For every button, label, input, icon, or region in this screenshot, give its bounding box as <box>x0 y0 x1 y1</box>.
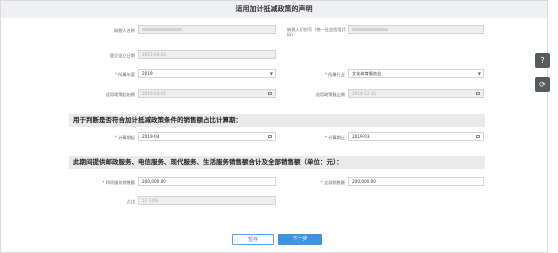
taxpayer-id-field <box>348 25 484 34</box>
section-calc-period: 用于判断是否符合加计抵减政策条件的销售额占比计算期： <box>69 114 485 127</box>
industry-label: * 所属行业 <box>324 72 345 77</box>
calc-start-label: * 计算期起 <box>114 135 135 140</box>
calendar-icon <box>476 92 480 95</box>
redacted-value <box>142 28 182 31</box>
taxpayer-id-label: 纳税人识别号（统一社会信用代码） <box>287 27 346 37</box>
calendar-icon[interactable] <box>476 135 480 138</box>
chevron-down-icon: ▼ <box>477 71 481 76</box>
save-draft-button[interactable]: 暂存 <box>232 234 274 245</box>
policy-end-field: 2019-12-31 <box>348 89 484 98</box>
policy-end-label: 适用政策截止期 <box>315 92 345 97</box>
chevron-down-icon: ▼ <box>269 71 273 76</box>
dialog-title: 适用加计抵减政策的声明 <box>1 1 547 18</box>
total-sales-label: * 全部销售额 <box>320 180 345 185</box>
industry-select[interactable]: 文化体育服务业 ▼ <box>348 69 484 78</box>
section-sales-amount: 此期间提供邮政服务、电信服务、现代服务、生活服务销售额合计及全部销售额（单位：元… <box>69 156 485 169</box>
policy-start-label: 适用政策起始期 <box>105 92 135 97</box>
ratio-label: 占比 <box>126 199 135 204</box>
calendar-icon <box>268 92 272 95</box>
year-label: * 所属年度 <box>114 72 135 77</box>
taxpayer-name-field <box>138 25 276 34</box>
help-icon[interactable]: ? <box>535 53 550 68</box>
total-sales-input[interactable]: 200,000.00 <box>348 177 484 186</box>
declaration-dialog: 适用加计抵减政策的声明 纳税人名称 纳税人识别号（统一社会信用代码） 登记设立日… <box>0 0 548 253</box>
ratio-field: 57.14% <box>138 196 276 205</box>
calc-start-field[interactable]: 2019-04 <box>138 132 276 141</box>
policy-start-field: 2019-04-01 <box>138 89 276 98</box>
service-sales-label: * 四项服务销售额 <box>102 180 135 185</box>
calc-end-label: * 计算期止 <box>324 135 345 140</box>
reg-date-label: 登记设立日期 <box>109 53 135 58</box>
reg-date-field: 2011-04-02 <box>138 50 276 59</box>
refresh-icon[interactable]: ⟳ <box>535 77 550 92</box>
calendar-icon[interactable] <box>268 135 272 138</box>
right-sidebar <box>548 0 558 253</box>
service-sales-input[interactable]: 200,000.00 <box>138 177 276 186</box>
next-step-button[interactable]: 下一步 <box>278 234 322 245</box>
redacted-value <box>352 28 388 31</box>
year-select[interactable]: 2019 ▼ <box>138 69 276 78</box>
taxpayer-name-label: 纳税人名称 <box>114 28 135 33</box>
calc-end-field[interactable]: 2019-03 <box>348 132 484 141</box>
